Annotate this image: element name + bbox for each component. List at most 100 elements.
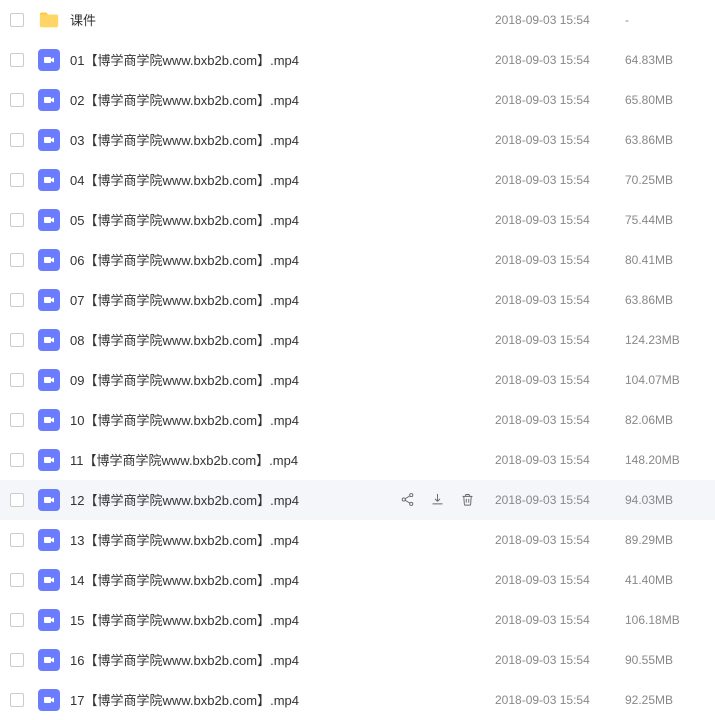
file-row[interactable]: 课件 2018-09-03 15:54- [0,0,715,40]
checkbox[interactable] [10,173,24,187]
file-row[interactable]: 14【博学商学院www.bxb2b.com】.mp42018-09-03 15:… [0,560,715,600]
file-date: 2018-09-03 15:54 [495,453,625,467]
file-name[interactable]: 01【博学商学院www.bxb2b.com】.mp4 [70,50,399,69]
file-name[interactable]: 03【博学商学院www.bxb2b.com】.mp4 [70,130,399,149]
file-name[interactable]: 12【博学商学院www.bxb2b.com】.mp4 [70,490,399,509]
file-name[interactable]: 02【博学商学院www.bxb2b.com】.mp4 [70,90,399,109]
file-row[interactable]: 06【博学商学院www.bxb2b.com】.mp4 2018-09-03 15:… [0,240,715,280]
file-name[interactable]: 15【博学商学院www.bxb2b.com】.mp4 [70,610,399,629]
file-name[interactable]: 11【博学商学院www.bxb2b.com】.mp4 [70,450,399,469]
checkbox[interactable] [10,693,24,707]
file-name[interactable]: 10【博学商学院www.bxb2b.com】.mp4 [70,410,399,429]
file-row[interactable]: 10【博学商学院www.bxb2b.com】.mp4 2018-09-03 15:… [0,400,715,440]
file-date: 2018-09-03 15:54 [495,493,625,507]
file-size: 65.80MB [625,93,705,107]
file-size: 90.55MB [625,653,705,667]
file-date: 2018-09-03 15:54 [495,693,625,707]
video-icon [38,129,60,151]
checkbox[interactable] [10,253,24,267]
video-icon [38,609,60,631]
video-icon [38,529,60,551]
file-date: 2018-09-03 15:54 [495,653,625,667]
file-date: 2018-09-03 15:54 [495,53,625,67]
checkbox[interactable] [10,413,24,427]
file-row[interactable]: 03【博学商学院www.bxb2b.com】.mp4 2018-09-03 15:… [0,120,715,160]
file-size: 70.25MB [625,173,705,187]
checkbox[interactable] [10,293,24,307]
checkbox[interactable] [10,333,24,347]
file-name[interactable]: 06【博学商学院www.bxb2b.com】.mp4 [70,250,399,269]
file-size: 124.23MB [625,333,705,347]
checkbox[interactable] [10,373,24,387]
file-row[interactable]: 01【博学商学院www.bxb2b.com】.mp4 2018-09-03 15:… [0,40,715,80]
checkbox[interactable] [10,653,24,667]
file-size: 82.06MB [625,413,705,427]
file-date: 2018-09-03 15:54 [495,373,625,387]
file-name[interactable]: 13【博学商学院www.bxb2b.com】.mp4 [70,530,399,549]
file-row[interactable]: 12【博学商学院www.bxb2b.com】.mp4 2018-09-03 15:… [0,480,715,520]
file-row[interactable]: 09【博学商学院www.bxb2b.com】.mp4 2018-09-03 15:… [0,360,715,400]
file-row[interactable]: 15【博学商学院www.bxb2b.com】.mp4 2018-09-03 15:… [0,600,715,640]
file-row[interactable]: 16【博学商学院www.bxb2b.com】.mp4 2018-09-03 15:… [0,640,715,680]
video-icon [38,449,60,471]
file-row[interactable]: 02【博学商学院www.bxb2b.com】.mp4 2018-09-03 15:… [0,80,715,120]
file-size: 41.40MB [625,573,705,587]
file-name[interactable]: 09【博学商学院www.bxb2b.com】.mp4 [70,370,399,389]
file-row[interactable]: 13【博学商学院www.bxb2b.com】.mp42018-09-03 15:… [0,520,715,560]
file-date: 2018-09-03 15:54 [495,173,625,187]
file-size: 106.18MB [625,613,705,627]
file-row[interactable]: 07【博学商学院www.bxb2b.com】.mp4 2018-09-03 15:… [0,280,715,320]
video-icon [38,689,60,711]
file-name[interactable]: 05【博学商学院www.bxb2b.com】.mp4 [70,210,399,229]
checkbox[interactable] [10,133,24,147]
file-name[interactable]: 08【博学商学院www.bxb2b.com】.mp4 [70,330,399,349]
video-icon [38,49,60,71]
file-name[interactable]: 17【博学商学院www.bxb2b.com】.mp4 [70,690,399,709]
checkbox[interactable] [10,453,24,467]
file-size: 104.07MB [625,373,705,387]
checkbox[interactable] [10,493,24,507]
checkbox[interactable] [10,53,24,67]
file-size: 64.83MB [625,53,705,67]
download-icon[interactable] [429,492,445,508]
file-date: 2018-09-03 15:54 [495,133,625,147]
checkbox[interactable] [10,13,24,27]
video-icon [38,409,60,431]
row-actions [399,492,475,508]
file-size: 75.44MB [625,213,705,227]
file-name[interactable]: 课件 [70,10,399,29]
file-date: 2018-09-03 15:54 [495,13,625,27]
delete-icon[interactable] [459,492,475,508]
file-name[interactable]: 16【博学商学院www.bxb2b.com】.mp4 [70,650,399,669]
folder-icon [38,9,60,31]
file-size: 94.03MB [625,493,705,507]
share-icon[interactable] [399,492,415,508]
file-name[interactable]: 04【博学商学院www.bxb2b.com】.mp4 [70,170,399,189]
file-row[interactable]: 17【博学商学院www.bxb2b.com】.mp4 2018-09-03 15:… [0,680,715,720]
file-row[interactable]: 04【博学商学院www.bxb2b.com】.mp4 2018-09-03 15:… [0,160,715,200]
video-icon [38,489,60,511]
video-icon [38,649,60,671]
file-size: 92.25MB [625,693,705,707]
checkbox[interactable] [10,93,24,107]
checkbox[interactable] [10,213,24,227]
file-date: 2018-09-03 15:54 [495,213,625,227]
file-size: 63.86MB [625,293,705,307]
file-size: - [625,13,705,27]
file-date: 2018-09-03 15:54 [495,613,625,627]
file-row[interactable]: 08【博学商学院www.bxb2b.com】.mp42018-09-03 15:… [0,320,715,360]
file-name[interactable]: 14【博学商学院www.bxb2b.com】.mp4 [70,570,399,589]
file-size: 63.86MB [625,133,705,147]
file-date: 2018-09-03 15:54 [495,413,625,427]
file-row[interactable]: 05【博学商学院www.bxb2b.com】.mp4 2018-09-03 15:… [0,200,715,240]
video-icon [38,569,60,591]
file-date: 2018-09-03 15:54 [495,293,625,307]
file-date: 2018-09-03 15:54 [495,253,625,267]
checkbox[interactable] [10,613,24,627]
file-size: 80.41MB [625,253,705,267]
checkbox[interactable] [10,573,24,587]
checkbox[interactable] [10,533,24,547]
file-date: 2018-09-03 15:54 [495,93,625,107]
file-row[interactable]: 11【博学商学院www.bxb2b.com】.mp4 2018-09-03 15:… [0,440,715,480]
file-name[interactable]: 07【博学商学院www.bxb2b.com】.mp4 [70,290,399,309]
